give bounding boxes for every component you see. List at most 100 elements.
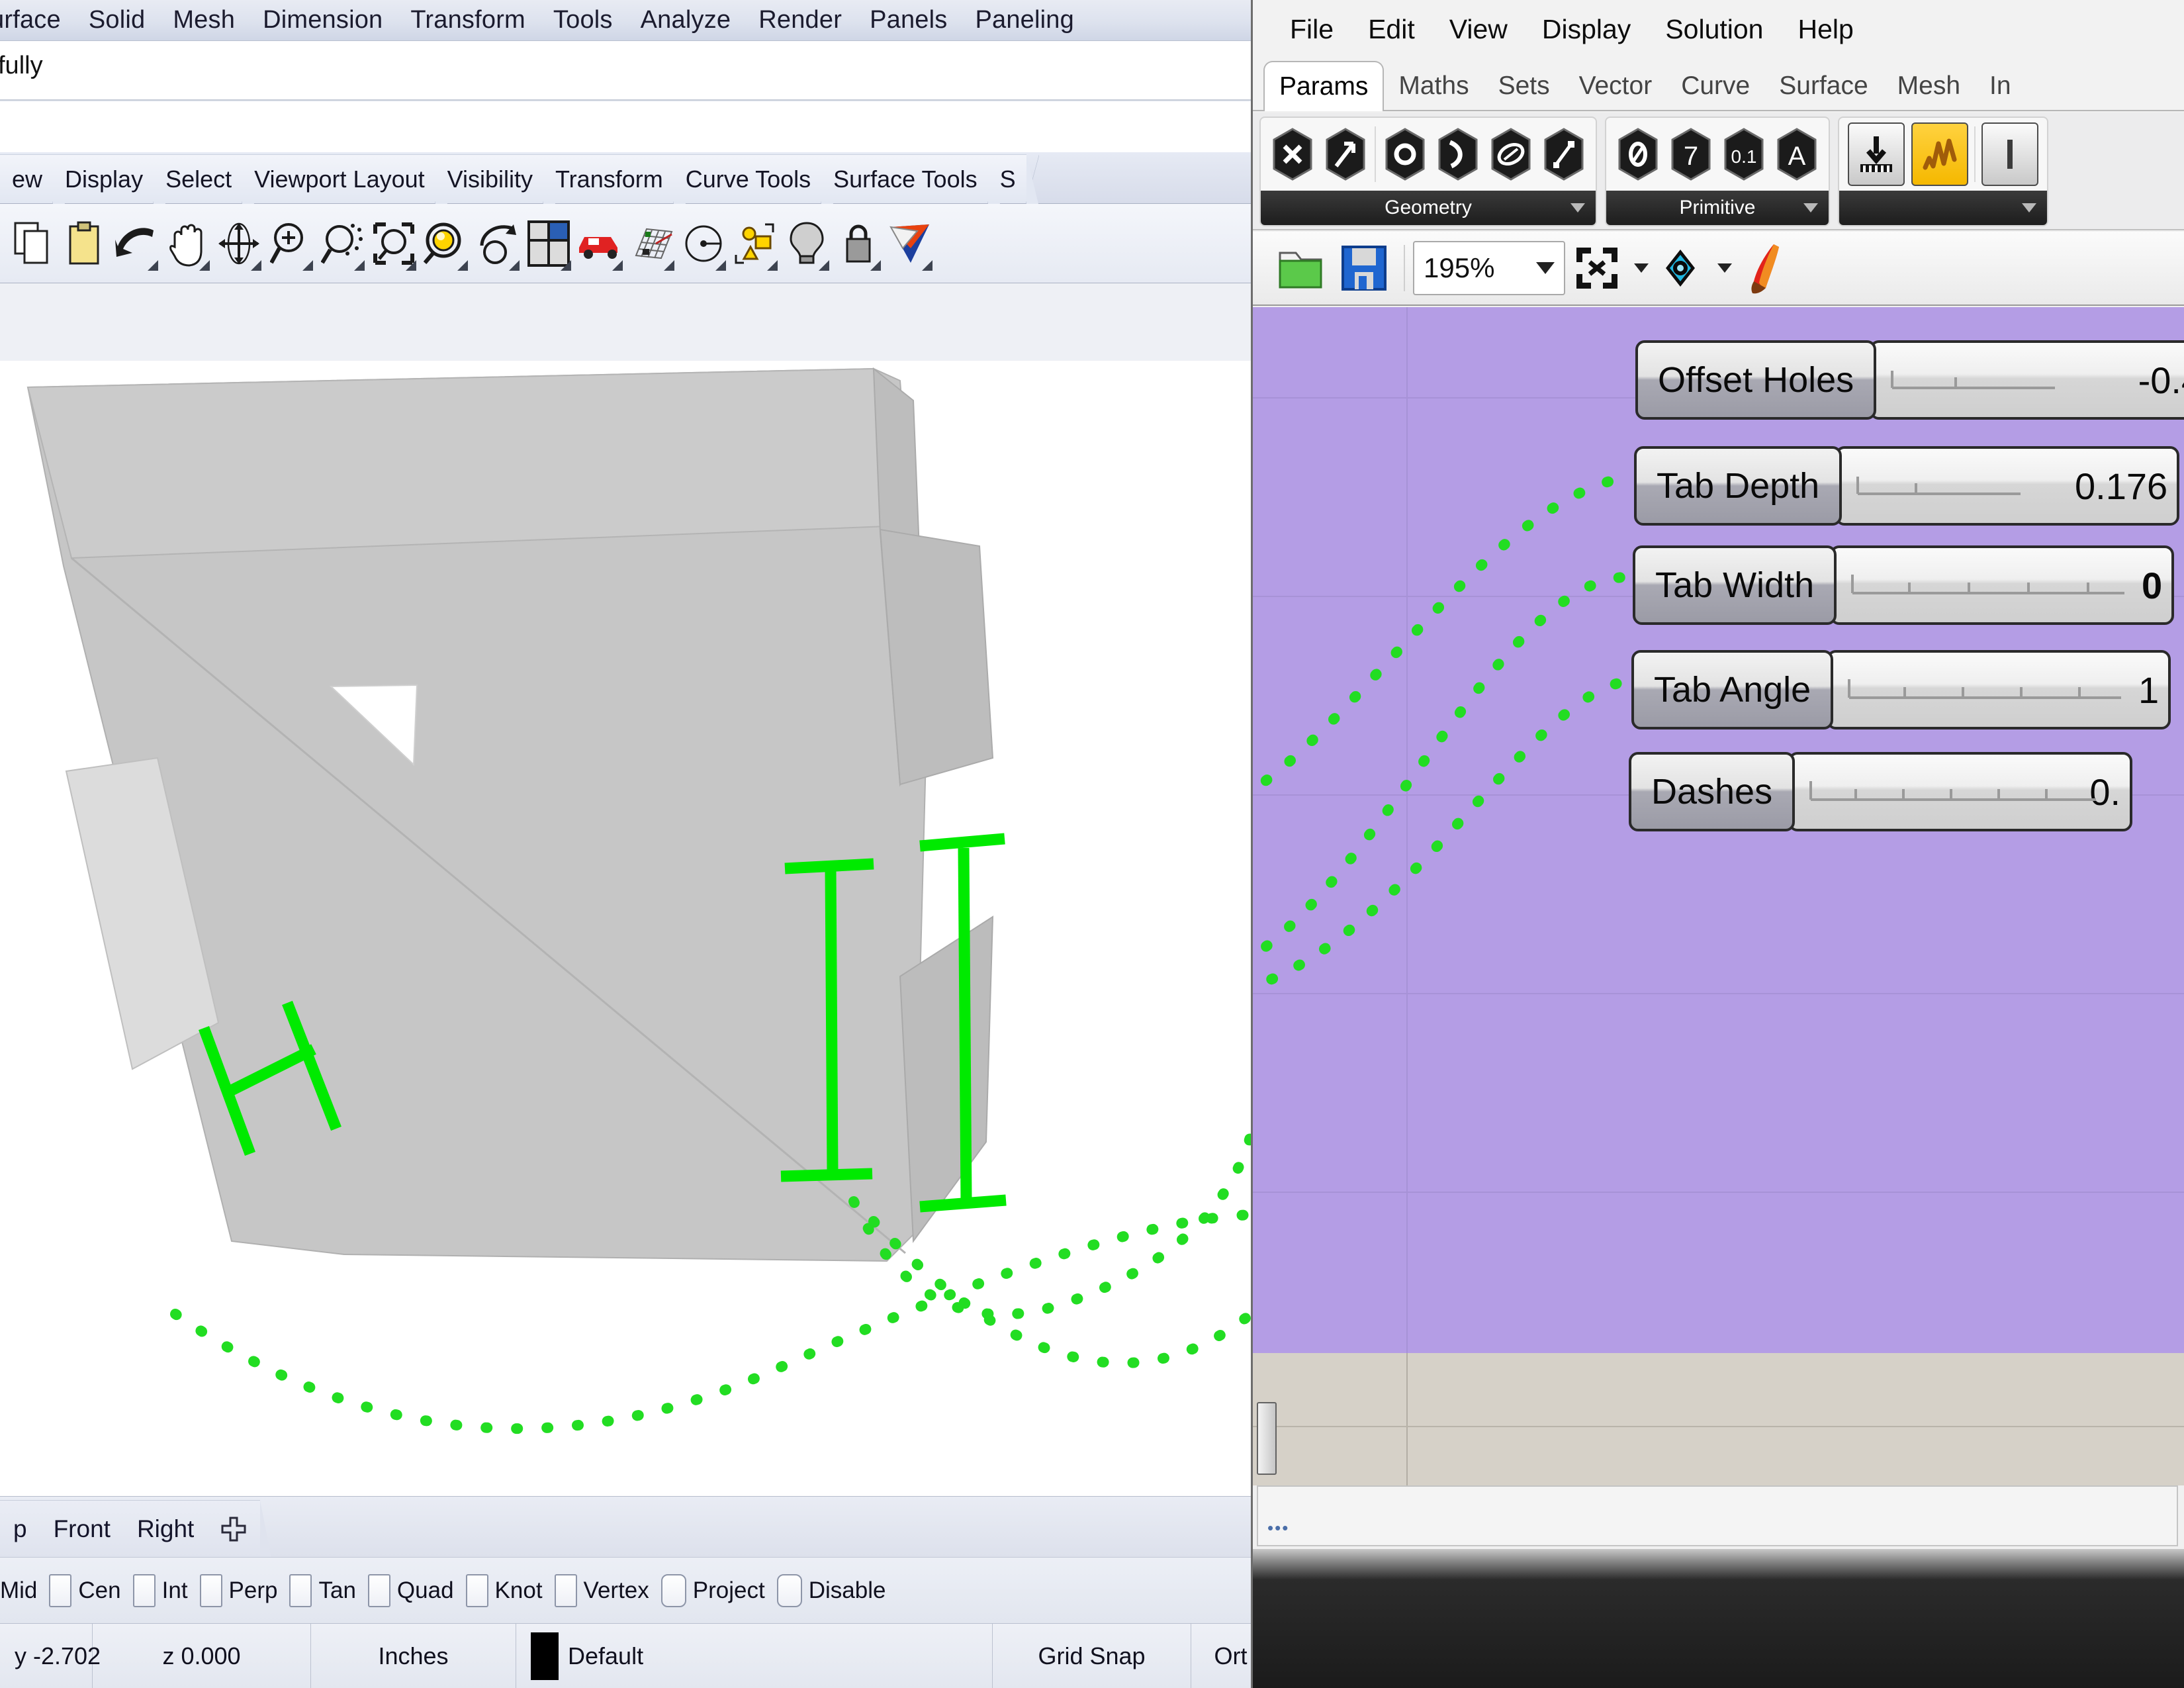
param-lower-region[interactable]	[1253, 1353, 2184, 1485]
paste-icon[interactable]	[58, 212, 110, 275]
param-menu-item-file[interactable]: File	[1273, 14, 1351, 45]
cad-menu-item-surface[interactable]: urface	[0, 6, 75, 34]
chevron-down-icon[interactable]	[1536, 262, 1555, 274]
param-node-tab-angle[interactable]: Tab Angle 1	[1631, 650, 2184, 729]
command-prompt-input[interactable]	[0, 101, 1251, 152]
zoom-selected-icon[interactable]	[316, 212, 368, 275]
cad-menu-item-render[interactable]: Render	[745, 6, 856, 34]
preview-wires-icon[interactable]	[1911, 122, 1968, 186]
zoom-extents-icon[interactable]	[420, 212, 471, 275]
chevron-down-icon[interactable]	[1570, 203, 1585, 212]
zoom-extents-icon[interactable]	[1565, 236, 1629, 300]
param-label-button[interactable]: Tab Angle	[1631, 650, 1833, 729]
copy-icon[interactable]	[7, 212, 58, 275]
osnap-disable[interactable]: Disable	[765, 1574, 886, 1607]
render-car-icon[interactable]	[574, 212, 626, 275]
toolbar-tab-viewport-layout[interactable]: Viewport Layout	[242, 154, 435, 203]
light-bulb-icon[interactable]	[781, 212, 833, 275]
toolbar-tab-transform[interactable]: Transform	[543, 154, 674, 203]
tab-intersect[interactable]: In	[1975, 62, 2026, 110]
osnap-quad[interactable]: Quad	[356, 1574, 454, 1607]
zoom-level-combobox[interactable]: 195%	[1413, 241, 1565, 295]
tab-sets[interactable]: Sets	[1484, 62, 1565, 110]
status-grid-snap[interactable]: Grid Snap	[993, 1624, 1191, 1688]
bake-icon[interactable]	[1848, 122, 1905, 186]
chevron-down-icon[interactable]	[2022, 203, 2036, 212]
param-slider-field[interactable]: 0.176	[1835, 446, 2179, 526]
param-x-icon[interactable]	[1266, 122, 1319, 186]
param-canvas[interactable]: Offset Holes -0.4 Tab Depth 0.176	[1253, 307, 2184, 1353]
param-label-button[interactable]: Tab Width	[1633, 545, 1837, 625]
cad-3d-viewport[interactable]	[0, 361, 1251, 1496]
param-label-button[interactable]: Offset Holes	[1635, 340, 1876, 420]
param-slider-field[interactable]: 0.	[1788, 752, 2132, 831]
toolbar-tab-view[interactable]: ew	[0, 154, 53, 203]
primitive-number-icon[interactable]: 0.1	[1717, 122, 1770, 186]
rotate-view-icon[interactable]	[471, 212, 523, 275]
chevron-down-icon[interactable]	[1717, 263, 1732, 273]
cad-menu-item-paneling[interactable]: Paneling	[961, 6, 1088, 34]
primitive-integer-icon[interactable]: 7	[1664, 122, 1717, 186]
toolbar-tab-display[interactable]: Display	[53, 154, 154, 203]
param-slider-field[interactable]: 1	[1827, 650, 2171, 729]
cad-menu-item-dimension[interactable]: Dimension	[249, 6, 396, 34]
toolbar-tab-solid-tools[interactable]: S	[988, 154, 1026, 203]
param-point-icon[interactable]	[1379, 122, 1432, 186]
ribbon-group-caption[interactable]: Geometry	[1261, 191, 1596, 225]
param-slider-field[interactable]: 0	[1830, 545, 2174, 625]
cad-menu-item-transform[interactable]: Transform	[396, 6, 539, 34]
osnap-knot[interactable]: Knot	[454, 1574, 543, 1607]
tab-vector[interactable]: Vector	[1565, 62, 1667, 110]
cad-menu-item-mesh[interactable]: Mesh	[159, 6, 249, 34]
chevron-down-icon[interactable]	[1634, 263, 1649, 273]
tab-mesh[interactable]: Mesh	[1883, 62, 1975, 110]
open-folder-icon[interactable]	[1269, 236, 1332, 300]
primitive-boolean-icon[interactable]	[1612, 122, 1664, 186]
layer-color-swatch[interactable]	[531, 1632, 559, 1680]
checkbox[interactable]	[368, 1574, 390, 1607]
viewport-layout-icon[interactable]	[523, 212, 574, 275]
cad-menu-item-analyze[interactable]: Analyze	[627, 6, 745, 34]
toolbar-tab-surface-tools[interactable]: Surface Tools	[821, 154, 987, 203]
osnap-int[interactable]: Int	[121, 1574, 188, 1607]
osnap-vertex[interactable]: Vertex	[543, 1574, 649, 1607]
viewport-tab-right[interactable]: Right	[124, 1500, 207, 1557]
param-menu-item-help[interactable]: Help	[1780, 14, 1870, 45]
checkbox[interactable]	[661, 1574, 686, 1607]
vertical-scrollbar-thumb[interactable]	[1257, 1402, 1277, 1475]
status-units[interactable]: Inches	[311, 1624, 516, 1688]
param-node-offset-holes[interactable]: Offset Holes -0.4	[1635, 340, 2184, 420]
param-surface-icon[interactable]	[1484, 122, 1537, 186]
param-menu-item-edit[interactable]: Edit	[1351, 14, 1432, 45]
osnap-cen[interactable]: Cen	[37, 1574, 120, 1607]
param-node-dashes[interactable]: Dashes 0.	[1629, 752, 2184, 831]
cad-menu-item-solid[interactable]: Solid	[75, 6, 159, 34]
viewport-tab-front[interactable]: Front	[40, 1500, 124, 1557]
tab-surface[interactable]: Surface	[1764, 62, 1882, 110]
tab-params[interactable]: Params	[1263, 61, 1384, 111]
toolbar-tab-visibility[interactable]: Visibility	[435, 154, 543, 203]
tab-curve[interactable]: Curve	[1666, 62, 1764, 110]
tab-maths[interactable]: Maths	[1384, 62, 1483, 110]
osnap-perp[interactable]: Perp	[188, 1574, 278, 1607]
viewport-tab-top[interactable]: p	[0, 1500, 40, 1557]
checkbox[interactable]	[200, 1574, 222, 1607]
cad-menu-item-tools[interactable]: Tools	[539, 6, 627, 34]
zoom-in-icon[interactable]	[265, 212, 316, 275]
param-menu-item-view[interactable]: View	[1432, 14, 1525, 45]
status-ortho[interactable]: Ort	[1191, 1624, 1251, 1688]
save-disk-icon[interactable]	[1332, 236, 1396, 300]
toolbar-tab-select[interactable]: Select	[154, 154, 242, 203]
primitive-text-icon[interactable]: A	[1770, 122, 1823, 186]
preview-eye-icon[interactable]	[1649, 236, 1712, 300]
layout-detail-icon[interactable]	[729, 212, 781, 275]
param-label-button[interactable]: Tab Depth	[1634, 446, 1842, 526]
param-line-icon[interactable]	[1537, 122, 1590, 186]
lock-icon[interactable]	[833, 212, 884, 275]
more-tools-icon[interactable]	[1981, 122, 2038, 186]
param-curve-icon[interactable]	[1432, 122, 1484, 186]
pan-hand-icon[interactable]	[161, 212, 213, 275]
param-vector-icon[interactable]	[1319, 122, 1372, 186]
status-layer[interactable]: Default	[516, 1624, 993, 1688]
checkbox[interactable]	[555, 1574, 577, 1607]
